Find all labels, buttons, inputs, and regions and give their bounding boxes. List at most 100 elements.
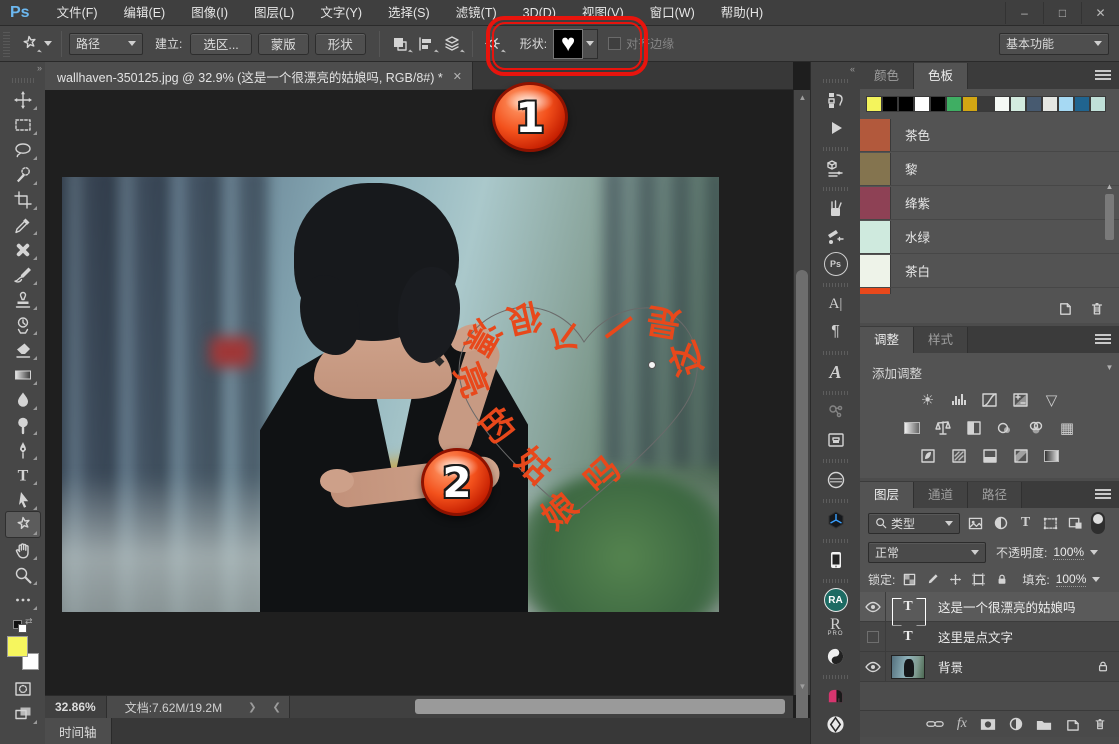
layer-visibility-toggle[interactable]	[860, 652, 886, 681]
scroll-down-icon[interactable]: ▼	[794, 679, 811, 695]
path-anchor-point[interactable]	[648, 361, 656, 369]
fill-value[interactable]: 100%	[1056, 572, 1087, 587]
tab-adjustments[interactable]: 调整	[860, 327, 914, 353]
gradient-tool[interactable]	[6, 362, 40, 387]
quick-mask-mode-button[interactable]	[6, 676, 40, 701]
type-on-heart-path[interactable]: 这是一个很漂亮的姑娘吗	[420, 268, 720, 568]
filter-adjustment-layers-icon[interactable]	[991, 514, 1010, 533]
lock-image-pixels-icon[interactable]	[924, 571, 941, 588]
actions-panel-icon[interactable]	[819, 114, 853, 142]
swatch[interactable]	[1010, 96, 1026, 112]
layer-row[interactable]: T 这里是点文字	[860, 622, 1119, 652]
photo-filter-icon[interactable]	[994, 418, 1016, 438]
move-tool[interactable]	[6, 87, 40, 112]
canvas-vertical-scrollbar[interactable]: ▲ ▼	[793, 90, 810, 695]
tab-close-icon[interactable]: ✕	[453, 70, 462, 83]
elephant-plugin-icon[interactable]	[819, 682, 853, 710]
black-white-icon[interactable]	[963, 418, 985, 438]
swatch[interactable]	[866, 96, 882, 112]
menu-layer[interactable]: 图层(L)	[241, 0, 307, 26]
foreground-color-chip[interactable]	[7, 636, 28, 657]
path-operations-button[interactable]	[387, 32, 413, 56]
eyedropper-tool[interactable]	[6, 212, 40, 237]
spot-healing-brush-tool[interactable]	[6, 237, 40, 262]
layer-filter-dropdown[interactable]: 类型	[868, 513, 960, 534]
delete-layer-icon[interactable]	[1093, 717, 1107, 731]
tool-mode-dropdown[interactable]: 路径	[69, 33, 143, 55]
brightness-contrast-icon[interactable]: ☀	[917, 390, 939, 410]
menu-edit[interactable]: 编辑(E)	[111, 0, 179, 26]
swatch[interactable]	[994, 96, 1010, 112]
camera-raw-plugin-icon[interactable]	[819, 466, 853, 494]
paragraph-panel-icon[interactable]: ¶	[819, 318, 853, 346]
link-layers-icon[interactable]	[926, 718, 944, 730]
menu-view[interactable]: 视图(V)	[569, 0, 637, 26]
path-arrangement-button[interactable]	[439, 32, 465, 56]
brush-settings-panel-icon[interactable]	[819, 222, 853, 250]
lock-position-icon[interactable]	[947, 571, 964, 588]
path-selection-tool[interactable]	[6, 487, 40, 512]
document-canvas[interactable]: 这是一个很漂亮的姑娘吗	[45, 90, 793, 695]
panel-menu-icon[interactable]	[1095, 489, 1111, 499]
scroll-up-icon[interactable]: ▲	[794, 90, 811, 106]
vertical-scroll-thumb[interactable]	[796, 270, 808, 730]
history-panel-icon[interactable]	[819, 86, 853, 114]
device-preview-panel-icon[interactable]	[819, 546, 853, 574]
options-bar-grip[interactable]	[3, 31, 10, 57]
lock-artboard-icon[interactable]	[970, 571, 987, 588]
zoom-tool[interactable]	[6, 562, 40, 587]
swatch[interactable]	[978, 96, 994, 112]
named-swatch-row[interactable]: 茶色	[860, 118, 1119, 152]
color-balance-icon[interactable]	[932, 418, 954, 438]
levels-icon[interactable]	[948, 390, 970, 410]
crop-tool[interactable]	[6, 187, 40, 212]
hand-tool[interactable]	[6, 537, 40, 562]
swatch[interactable]	[1026, 96, 1042, 112]
dock-collapse-control[interactable]: «	[811, 62, 860, 74]
character-panel-icon[interactable]: A|	[819, 290, 853, 318]
status-expand-icon[interactable]: ❯	[240, 702, 264, 713]
retouch-pro-plugin-icon[interactable]: RPRO	[819, 614, 853, 642]
tab-layers[interactable]: 图层	[860, 482, 914, 508]
zoom-level-field[interactable]: 32.86%	[45, 696, 107, 718]
lock-all-icon[interactable]	[993, 571, 1010, 588]
s-diamond-plugin-icon[interactable]	[819, 710, 853, 738]
vibrance-icon[interactable]: ▽	[1041, 390, 1063, 410]
scroll-up-icon[interactable]: ▲	[1103, 182, 1116, 191]
lock-transparent-pixels-icon[interactable]	[901, 571, 918, 588]
swatch[interactable]	[1058, 96, 1074, 112]
ra-plugin-icon[interactable]: RA	[819, 586, 853, 614]
brush-tool[interactable]	[6, 262, 40, 287]
3d-plugin-icon[interactable]	[819, 506, 853, 534]
swatch[interactable]	[882, 96, 898, 112]
align-edges-checkbox[interactable]	[608, 37, 621, 50]
swatch[interactable]	[930, 96, 946, 112]
tab-styles[interactable]: 样式	[914, 327, 968, 353]
menu-file[interactable]: 文件(F)	[44, 0, 111, 26]
curves-icon[interactable]	[979, 390, 1001, 410]
layer-name[interactable]: 背景	[930, 657, 963, 676]
filter-shape-layers-icon[interactable]	[1041, 514, 1060, 533]
gradient-map-icon[interactable]	[1010, 446, 1032, 466]
filter-toggle-switch[interactable]	[1091, 512, 1105, 534]
named-swatch-row[interactable]: 黎	[860, 152, 1119, 186]
custom-shape-tool[interactable]	[6, 512, 40, 537]
swatch[interactable]	[962, 96, 978, 112]
menu-3d[interactable]: 3D(D)	[510, 0, 569, 26]
layer-visibility-toggle[interactable]	[860, 592, 886, 621]
horizontal-type-tool[interactable]: T	[6, 462, 40, 487]
maximize-button[interactable]: □	[1043, 2, 1081, 24]
properties-panel-icon[interactable]	[819, 154, 853, 182]
tab-color[interactable]: 颜色	[860, 63, 914, 89]
color-lookup-icon[interactable]: ▦	[1056, 418, 1078, 438]
panel-menu-icon[interactable]	[1095, 70, 1111, 80]
lasso-tool[interactable]	[6, 137, 40, 162]
swatch[interactable]	[1042, 96, 1058, 112]
brush-presets-panel-icon[interactable]	[819, 194, 853, 222]
toolbar-grip[interactable]	[12, 78, 34, 83]
channel-mixer-icon[interactable]	[1025, 418, 1047, 438]
selective-color-icon[interactable]	[1041, 446, 1063, 466]
make-selection-button[interactable]: 选区...	[190, 33, 251, 55]
swatch[interactable]	[1090, 96, 1106, 112]
workspace-dropdown[interactable]: 基本功能	[999, 33, 1109, 55]
